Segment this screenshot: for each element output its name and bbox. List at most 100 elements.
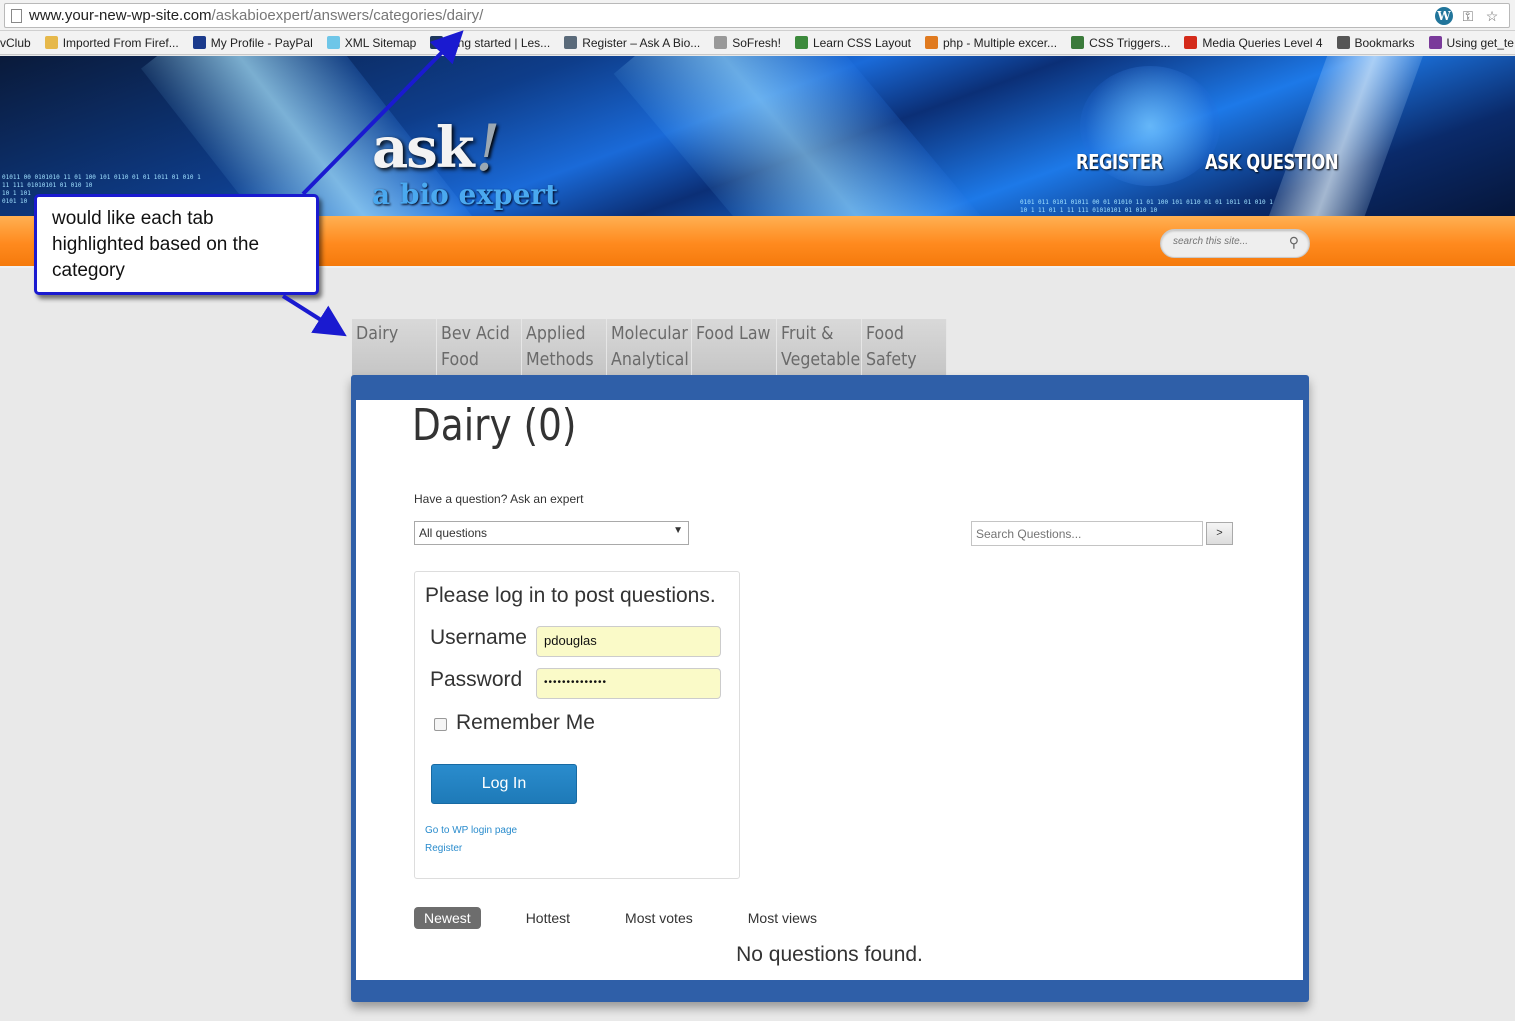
nav-ask-question[interactable]: ASK QUESTION: [1205, 150, 1339, 174]
nav-register[interactable]: REGISTER: [1076, 150, 1163, 174]
bookmark-item[interactable]: Register – Ask A Bio...: [564, 36, 700, 50]
logo-ask[interactable]: ask: [372, 115, 475, 181]
arrow-to-tabs: [281, 294, 347, 337]
dropdown-arrow-icon: ▼: [673, 525, 683, 536]
logo-tagline[interactable]: a bio expert: [372, 178, 558, 211]
bookmark-label: SoFresh!: [732, 35, 781, 50]
search-icon[interactable]: ⚲: [1289, 234, 1299, 251]
sort-tab[interactable]: Hottest: [516, 907, 580, 929]
bookmark-item[interactable]: Bookmarks: [1336, 35, 1415, 50]
tab-label: Food Law: [696, 323, 771, 344]
bookmark-label: XML Sitemap: [344, 35, 417, 50]
url-text[interactable]: www.your-new-wp-site.com/askabioexpert/a…: [29, 7, 483, 24]
bookmark-item[interactable]: php - Multiple excer...: [925, 36, 1057, 50]
sort-tab[interactable]: Newest: [414, 907, 481, 929]
bookmark-item[interactable]: tting started | Les...: [430, 36, 550, 50]
sort-tab[interactable]: Most views: [738, 907, 827, 929]
site-header: 01011 00 0101010 11 01 100 101 0110 01 0…: [0, 56, 1515, 216]
tab-label: Bev Acid: [441, 323, 510, 344]
username-field[interactable]: pdouglas: [536, 626, 721, 657]
category-tabs: Dairy Bev Acid Food Applied Methods Molecular…: [352, 319, 947, 376]
ask-prompt: Have a question? Ask an expert: [414, 492, 584, 506]
bookmark-item[interactable]: XML Sitemap: [326, 35, 417, 50]
bookmark-label: php - Multiple excer...: [943, 35, 1058, 50]
filter-selected-value: All questions: [419, 526, 488, 540]
tab-label: Fruit &: [781, 323, 834, 344]
site-search-input[interactable]: [1173, 236, 1283, 247]
folder-icon: [44, 36, 58, 49]
tab-label: Dairy: [356, 323, 399, 344]
category-tab[interactable]: Dairy: [352, 319, 437, 376]
login-button[interactable]: Log In: [431, 764, 577, 804]
bookmarks-bar: vClub Imported From Firef... My Profile - …: [0, 31, 1515, 55]
bookmark-label: Imported From Firef...: [62, 35, 179, 50]
tab-label: Methods: [526, 349, 594, 370]
annotation-callout: would like each tab highlighted based on…: [34, 194, 319, 295]
tab-label: Food: [866, 323, 904, 344]
question-search-input[interactable]: [971, 521, 1203, 546]
bookmark-item[interactable]: My Profile - PayPal: [192, 35, 313, 50]
empty-message: No questions found.: [736, 943, 923, 966]
bookmark-item[interactable]: CSS Triggers...: [1071, 36, 1170, 50]
category-tab[interactable]: Fruit & Vegetable: [777, 319, 862, 376]
bookmark-label: My Profile - PayPal: [210, 35, 313, 50]
bookmark-label: Bookmarks: [1354, 35, 1415, 50]
bookmark-label: tting started | Les...: [448, 35, 551, 50]
remember-me-checkbox[interactable]: [434, 718, 447, 731]
username-label: Username: [430, 626, 527, 649]
css-icon: [1184, 36, 1198, 49]
tab-label: Vegetable: [781, 349, 861, 370]
sort-tab[interactable]: Most votes: [615, 907, 703, 929]
tab-label: Safety: [866, 349, 917, 370]
bookmark-item[interactable]: Imported From Firef...: [44, 35, 179, 50]
bookmark-label: Register – Ask A Bio...: [582, 35, 701, 50]
bookmark-item[interactable]: Using get_te: [1428, 35, 1514, 50]
bookmark-label: Media Queries Level 4: [1202, 35, 1323, 50]
bookmark-item[interactable]: SoFresh!: [714, 36, 781, 50]
bookmark-label: vClub: [0, 35, 31, 50]
content-area: Dairy (0) Have a question? Ask an expert…: [356, 400, 1303, 980]
stackoverflow-icon: [925, 36, 938, 49]
globe-icon: [794, 36, 808, 49]
star-bookmark-icon[interactable]: ☆: [1483, 7, 1501, 25]
star-icon: [1336, 36, 1350, 49]
url-field[interactable]: www.your-new-wp-site.com/askabioexpert/a…: [4, 3, 1510, 28]
bookmark-item[interactable]: Learn CSS Layout: [794, 35, 911, 50]
content-panel: Dairy (0) Have a question? Ask an expert…: [351, 375, 1309, 1002]
category-tab[interactable]: Food Safety: [862, 319, 947, 376]
key-icon[interactable]: ⚿: [1459, 7, 1477, 25]
register-link[interactable]: Register: [425, 843, 462, 854]
login-title: Please log in to post questions.: [425, 584, 716, 607]
tab-label: Molecular: [611, 323, 688, 344]
bookmark-label: CSS Triggers...: [1089, 35, 1171, 50]
login-form: Please log in to post questions. Usernam…: [414, 571, 740, 879]
wp-login-link[interactable]: Go to WP login page: [425, 825, 517, 836]
category-tab[interactable]: Applied Methods: [522, 319, 607, 376]
bookmark-label: Using get_te: [1446, 35, 1514, 50]
bookmark-item[interactable]: vClub: [0, 36, 31, 50]
page-icon: [11, 9, 22, 23]
password-field[interactable]: ••••••••••••••: [536, 668, 721, 699]
bookmark-item[interactable]: Media Queries Level 4: [1184, 35, 1323, 50]
tab-label: Food: [441, 349, 479, 370]
category-tab[interactable]: Molecular Analytical: [607, 319, 692, 376]
category-tab[interactable]: Bev Acid Food: [437, 319, 522, 376]
page-title: Dairy (0): [412, 400, 577, 451]
tab-label: Analytical: [611, 349, 689, 370]
site-search: ⚲: [1160, 229, 1310, 258]
category-tab[interactable]: Food Law: [692, 319, 777, 376]
logo-exclamation: !: [475, 112, 501, 186]
password-label: Password: [430, 668, 523, 691]
question-search-button[interactable]: >: [1206, 522, 1233, 545]
remember-me-label[interactable]: Remember Me: [456, 711, 595, 735]
less-icon: [430, 36, 444, 49]
dots-icon: [1071, 36, 1085, 49]
question-filter-select[interactable]: All questions ▼: [414, 521, 689, 545]
tab-label: Applied: [526, 323, 586, 344]
sort-tabs: Newest Hottest Most votes Most views: [414, 907, 862, 929]
paypal-icon: [192, 36, 206, 49]
b-icon: [1428, 36, 1442, 49]
address-bar: www.your-new-wp-site.com/askabioexpert/a…: [0, 0, 1515, 31]
bookmark-label: Learn CSS Layout: [812, 35, 911, 50]
wordpress-icon[interactable]: W: [1435, 7, 1453, 25]
